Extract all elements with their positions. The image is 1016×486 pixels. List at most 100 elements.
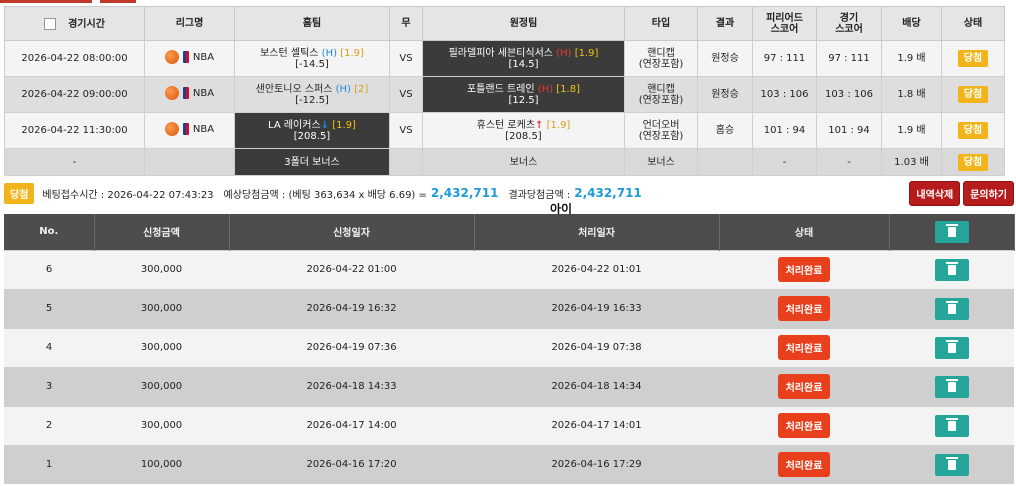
header-home: 홈팀	[234, 6, 390, 41]
bet-row: 2026-04-22 09:00:00 NBA 샌안토니오 스퍼스 (H) [2…	[4, 76, 1005, 113]
away-team-name: 필라델피아 세븐티식서스	[448, 47, 553, 59]
row-number: 4	[4, 327, 94, 367]
delete-cell	[889, 444, 1014, 484]
league-name: NBA	[192, 87, 215, 99]
top-tab-indicator[interactable]	[0, 0, 92, 3]
bet-row: 2026-04-22 08:00:00 NBA 보스턴 셀틱스 (H) [1.9…	[4, 40, 1005, 77]
home-team-name: 보스턴 셀틱스	[260, 47, 319, 59]
away-team-cell-selected[interactable]: 포틀랜드 트레인 (H) [1.8] [12.5]	[422, 76, 625, 113]
game-time: 2026-04-22 09:00:00	[4, 76, 145, 113]
home-odd: [1.9]	[340, 47, 364, 59]
row-number: 1	[4, 444, 94, 484]
processed-date: 2026-04-22 01:01	[474, 249, 719, 289]
home-team-cell-selected[interactable]: LA 레이커스↓ [1.9] [208.5]	[234, 112, 390, 149]
header-delete	[889, 214, 1015, 250]
top-tab-indicator[interactable]	[100, 0, 136, 3]
draw-cell: VS	[389, 112, 423, 149]
win-badge: 당첨	[957, 122, 989, 139]
delete-row-button[interactable]	[934, 453, 969, 476]
requested-date: 2026-04-16 17:20	[229, 444, 474, 484]
bet-table-header: 경기시간 리그명 홈팀 무 원정팀 타입 결과 피리어드 스코어 경기 스코어 배당…	[4, 6, 1005, 41]
period-score: 97 : 111	[752, 40, 817, 77]
bonus-row: - 3폴더 보너스 보너스 보너스 - - 1.03 배 당첨	[4, 148, 1005, 176]
status-done-button[interactable]: 처리완료	[777, 413, 831, 438]
inquiry-button[interactable]: 문의하기	[963, 180, 1014, 206]
away-odd: [1.8]	[556, 83, 580, 95]
game-score: 97 : 111	[816, 40, 882, 77]
requested-date: 2026-04-19 16:32	[229, 288, 474, 328]
bet-type-line1: 핸디캡	[647, 47, 675, 59]
away-team-cell-selected[interactable]: 필라델피아 세븐티식서스 (H) [1.9] [14.5]	[422, 40, 625, 77]
away-marker: (H)	[556, 47, 572, 59]
history-table-header: No. 신청금액 신청일자 처리일자 상태	[4, 214, 1015, 250]
bonus-draw	[389, 148, 423, 176]
home-odd: [2]	[354, 83, 369, 95]
processed-date: 2026-04-19 16:33	[474, 288, 719, 328]
status-done-button[interactable]: 처리완료	[777, 257, 831, 282]
away-team-cell[interactable]: 휴스턴 로케츠↑ [1.9] [208.5]	[422, 112, 625, 149]
away-team-name: 포틀랜드 트레인	[466, 83, 535, 95]
game-result: 홈승	[697, 112, 753, 149]
bet-type-line2: (연장포함)	[638, 130, 684, 142]
bet-row: 2026-04-22 11:30:00 NBA LA 레이커스↓ [1.9] […	[4, 112, 1005, 149]
status-cell: 당첨	[941, 112, 1005, 149]
basketball-icon	[164, 86, 179, 100]
away-marker: (H)	[537, 83, 554, 95]
processed-date: 2026-04-19 07:38	[474, 327, 719, 367]
game-result: 원정승	[697, 76, 753, 113]
bonus-away: 보너스	[422, 148, 625, 176]
bonus-league	[144, 148, 235, 176]
trash-icon	[945, 339, 958, 353]
bet-type-line2: (연장포함)	[638, 58, 684, 70]
header-status: 상태	[941, 6, 1005, 41]
home-team-name: 샌안토니오 스퍼스	[255, 83, 333, 95]
table-row: 6 300,000 2026-04-22 01:00 2026-04-22 01:01…	[4, 249, 1014, 289]
processed-date: 2026-04-16 17:29	[474, 444, 719, 484]
bet-detail-table: 경기시간 리그명 홈팀 무 원정팀 타입 결과 피리어드 스코어 경기 스코어 배당…	[4, 6, 1005, 176]
home-team-cell[interactable]: 샌안토니오 스퍼스 (H) [2] [-12.5]	[234, 76, 390, 113]
home-line: [-12.5]	[295, 94, 329, 106]
select-all-checkbox[interactable]	[44, 17, 57, 30]
basketball-icon	[164, 50, 179, 64]
header-game-score-line2: 스코어	[835, 23, 863, 35]
bet-type-line1: 언더오버	[642, 119, 680, 131]
draw-cell: VS	[389, 76, 423, 113]
header-status: 상태	[719, 214, 890, 250]
status-cell: 처리완료	[719, 249, 889, 289]
win-badge: 당첨	[957, 86, 989, 103]
away-line: [14.5]	[508, 58, 539, 70]
bonus-odds: 1.03 배	[881, 148, 942, 176]
delete-row-button[interactable]	[934, 336, 969, 359]
league-cell: NBA	[144, 112, 235, 149]
trash-icon	[945, 378, 958, 392]
top-tab-strip	[0, 0, 1016, 4]
header-requested: 신청일자	[229, 214, 475, 250]
expected-label: 예상당첨금액 : (베팅 363,634 x 배당 6.69) =	[223, 189, 427, 201]
period-score: 101 : 94	[752, 112, 817, 149]
status-done-button[interactable]: 처리완료	[777, 452, 831, 478]
win-badge: 당첨	[4, 182, 35, 204]
delete-row-button[interactable]	[934, 375, 969, 398]
status-done-button[interactable]: 처리완료	[777, 296, 831, 321]
home-team-cell[interactable]: 보스턴 셀틱스 (H) [1.9] [-14.5]	[234, 40, 390, 77]
draw-cell: VS	[389, 40, 423, 77]
bet-type: 핸디캡 (연장포함)	[624, 76, 698, 113]
header-time: 경기시간	[68, 18, 105, 30]
bet-type: 언더오버 (연장포함)	[624, 112, 698, 149]
delete-all-button[interactable]	[934, 220, 969, 243]
odds-value: 1.8 배	[881, 76, 942, 113]
request-amount: 300,000	[94, 366, 229, 406]
status-done-button[interactable]: 처리완료	[777, 335, 831, 360]
delete-row-button[interactable]	[934, 258, 969, 281]
delete-row-button[interactable]	[934, 414, 969, 437]
away-odd: [1.9]	[546, 119, 571, 131]
status-cell: 처리완료	[719, 288, 889, 328]
request-amount: 300,000	[94, 249, 229, 289]
status-done-button[interactable]: 처리완료	[777, 374, 831, 399]
delete-row-button[interactable]	[934, 297, 969, 320]
odds-value: 1.9 배	[881, 112, 942, 149]
delete-history-button[interactable]: 내역삭제	[909, 180, 961, 206]
away-team-name: 휴스턴 로케츠	[476, 119, 536, 131]
result-label: 결과당첨금액 :	[508, 189, 571, 201]
league-cell: NBA	[144, 40, 235, 77]
